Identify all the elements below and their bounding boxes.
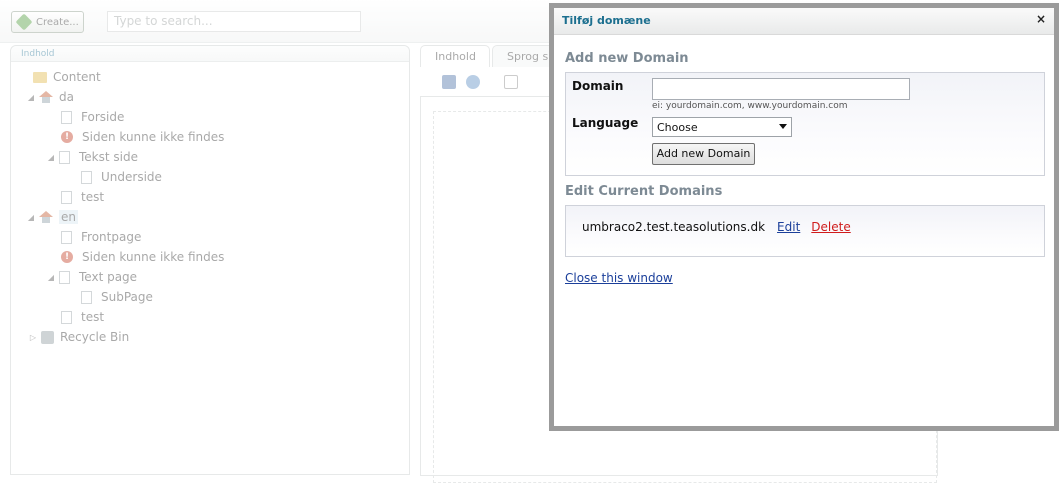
domain-name: umbraco2.test.teasolutions.dk	[582, 220, 766, 234]
chevron-down-icon	[779, 124, 787, 129]
domain-field[interactable]	[652, 78, 910, 100]
tree-node-label: SubPage	[101, 290, 153, 304]
tree-node-label: en	[59, 210, 78, 224]
create-icon	[15, 13, 33, 31]
tree-node-label: Underside	[101, 170, 162, 184]
tree-node-error-page-da[interactable]: ! Siden kunne ikke findes	[61, 128, 224, 146]
tree-node-label: Text page	[79, 270, 138, 284]
tree-node-label: test	[81, 190, 105, 204]
edit-domains-heading: Edit Current Domains	[565, 184, 723, 199]
recycle-bin-icon	[41, 330, 54, 344]
add-domain-form: Domain ei: yourdomain.com, www.yourdomai…	[565, 72, 1045, 176]
tree-node-test-da[interactable]: test	[61, 188, 104, 206]
collapsed-arrow-icon[interactable]: ▷	[29, 333, 37, 342]
document-icon	[81, 170, 92, 184]
tree-node-da[interactable]: ◢ da	[27, 88, 74, 106]
tree-node-label: Tekst side	[79, 150, 138, 164]
tree-node-underside[interactable]: Underside	[81, 168, 162, 186]
home-icon	[39, 91, 53, 103]
tree-node-en[interactable]: ◢ en	[27, 208, 78, 226]
add-new-domain-button[interactable]: Add new Domain	[652, 143, 755, 165]
domain-hint: ei: yourdomain.com, www.yourdomain.com	[652, 101, 848, 111]
tree-node-content[interactable]: Content	[21, 68, 101, 86]
tree-node-label: Siden kunne ikke findes	[82, 250, 225, 264]
tree-node-label: Forside	[81, 110, 125, 124]
edit-domain-link[interactable]: Edit	[777, 220, 800, 234]
tree-node-label: da	[59, 90, 74, 104]
preview-icon[interactable]	[504, 75, 518, 89]
editor-toolbar	[420, 68, 560, 97]
dialog-title: Tilføj domæne	[562, 14, 651, 27]
language-select[interactable]: Choose	[652, 117, 792, 137]
tree-node-test-en[interactable]: test	[61, 308, 104, 326]
content-tree-panel: Indhold Content ◢ da Forside ! Siden kun…	[10, 45, 410, 475]
document-icon	[61, 110, 72, 124]
search-input[interactable]: Type to search...	[107, 11, 361, 32]
tree-node-label: test	[81, 310, 105, 324]
tree-node-tekst-side[interactable]: ◢ Tekst side	[47, 148, 138, 166]
tree-panel-header: Indhold	[11, 46, 409, 62]
tree-node-label: Recycle Bin	[60, 330, 130, 344]
language-selected-value: Choose	[657, 121, 698, 134]
current-domains-list: umbraco2.test.teasolutions.dk Edit Delet…	[565, 205, 1045, 257]
create-button[interactable]: Create...	[11, 11, 84, 33]
folder-icon	[33, 71, 47, 83]
domain-label: Domain	[572, 79, 624, 93]
tree-node-label: Siden kunne ikke findes	[82, 130, 225, 144]
document-icon	[61, 230, 72, 244]
add-domain-dialog: Tilføj domæne × Add new Domain Domain ei…	[549, 3, 1059, 431]
tree-node-forside[interactable]: Forside	[61, 108, 124, 126]
document-icon	[81, 290, 92, 304]
dialog-titlebar: Tilføj domæne ×	[554, 8, 1054, 35]
document-icon	[61, 310, 72, 324]
close-icon[interactable]: ×	[1036, 12, 1046, 26]
expanded-arrow-icon[interactable]: ◢	[47, 153, 55, 162]
error-icon: !	[61, 131, 73, 143]
tree-node-label: Frontpage	[81, 230, 142, 244]
delete-domain-link[interactable]: Delete	[811, 220, 850, 234]
expanded-arrow-icon[interactable]: ◢	[27, 213, 35, 222]
home-icon	[39, 211, 53, 223]
publish-icon[interactable]	[466, 75, 480, 89]
document-icon	[61, 190, 72, 204]
tree-node-frontpage[interactable]: Frontpage	[61, 228, 141, 246]
expanded-arrow-icon[interactable]: ◢	[27, 93, 35, 102]
language-label: Language	[572, 116, 639, 130]
document-icon	[59, 270, 70, 284]
error-icon: !	[61, 251, 73, 263]
add-domain-heading: Add new Domain	[565, 51, 689, 66]
tree-node-text-page[interactable]: ◢ Text page	[47, 268, 137, 286]
save-icon[interactable]	[442, 75, 456, 89]
expanded-arrow-icon[interactable]: ◢	[47, 273, 55, 282]
tree-node-label: Content	[53, 70, 101, 84]
tree-node-subpage[interactable]: SubPage	[81, 288, 153, 306]
tree-node-error-page-en[interactable]: ! Siden kunne ikke findes	[61, 248, 224, 266]
tab-indhold[interactable]: Indhold	[420, 45, 490, 67]
tree-node-recycle-bin[interactable]: ▷ Recycle Bin	[29, 328, 129, 346]
close-window-link[interactable]: Close this window	[565, 271, 673, 285]
create-button-label: Create...	[36, 16, 79, 28]
document-icon	[59, 150, 70, 164]
domain-row: umbraco2.test.teasolutions.dk Edit Delet…	[582, 220, 851, 234]
